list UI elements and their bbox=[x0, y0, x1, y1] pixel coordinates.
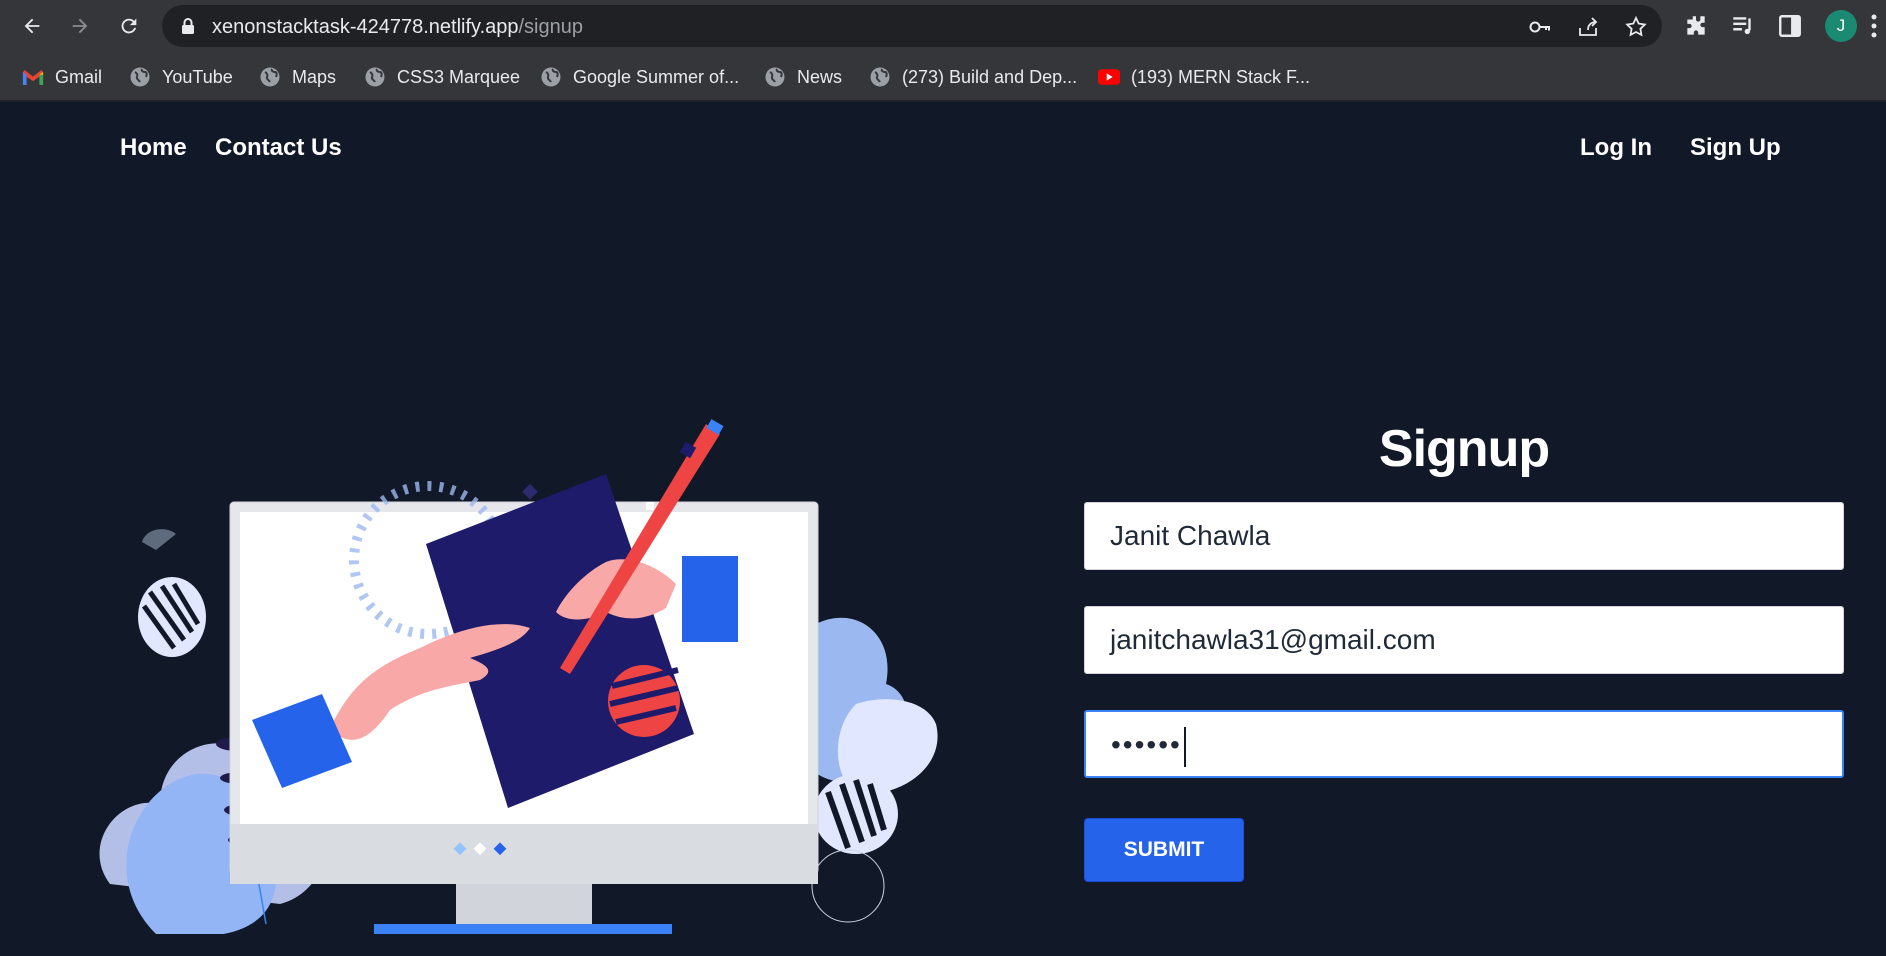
nav-home-link[interactable]: Home bbox=[120, 134, 187, 162]
submit-button[interactable]: SUBMIT bbox=[1084, 818, 1244, 882]
globe-icon bbox=[869, 66, 891, 88]
globe-icon bbox=[540, 66, 562, 88]
password-mask: •••••• bbox=[1111, 729, 1182, 760]
right-sleeve bbox=[682, 556, 738, 642]
bookmark-google-summer[interactable]: Google Summer of... bbox=[540, 64, 739, 90]
extensions-icon[interactable] bbox=[1683, 13, 1709, 39]
bookmark-label: News bbox=[797, 66, 843, 87]
monitor-base bbox=[374, 924, 672, 934]
monitor-chin bbox=[230, 824, 818, 884]
reload-icon[interactable] bbox=[113, 10, 145, 42]
bookmark-youtube[interactable]: YouTube bbox=[129, 64, 233, 90]
bookmark-label: Maps bbox=[292, 66, 337, 87]
browser-toolbar: xenonstacktask-424778.netlify.app/signup… bbox=[0, 0, 1886, 52]
bookmark-label: (193) MERN Stack F... bbox=[1131, 66, 1311, 87]
nav-contact-link[interactable]: Contact Us bbox=[215, 134, 342, 162]
globe-icon bbox=[364, 66, 386, 88]
bookmark-label: Google Summer of... bbox=[573, 66, 740, 87]
back-icon[interactable] bbox=[16, 10, 48, 42]
youtube-icon bbox=[1098, 66, 1120, 88]
nav-login-link[interactable]: Log In bbox=[1580, 134, 1652, 162]
address-bar[interactable]: xenonstacktask-424778.netlify.app/signup bbox=[162, 5, 1662, 47]
globe-icon bbox=[764, 66, 786, 88]
hatched-circle bbox=[811, 849, 885, 923]
bookmark-news[interactable]: News bbox=[764, 64, 842, 90]
password-input[interactable]: •••••• bbox=[1084, 710, 1844, 778]
globe-icon bbox=[259, 66, 281, 88]
email-input[interactable]: janitchawla31@gmail.com bbox=[1084, 606, 1844, 674]
signup-title: Signup bbox=[1378, 420, 1550, 478]
bookmark-label: CSS3 Marquee bbox=[397, 66, 521, 87]
media-queue-icon[interactable] bbox=[1730, 13, 1756, 39]
side-panel-icon[interactable] bbox=[1777, 13, 1803, 39]
bookmark-star-icon[interactable] bbox=[1624, 15, 1648, 39]
gmail-icon bbox=[22, 66, 44, 88]
nav-signup-link[interactable]: Sign Up bbox=[1690, 134, 1781, 162]
leaf-shape bbox=[142, 529, 176, 550]
page-body: Home Contact Us Log In Sign Up Signup Ja… bbox=[0, 104, 1886, 956]
bookmark-label: (273) Build and Dep... bbox=[902, 66, 1078, 87]
pen-detail bbox=[646, 502, 654, 510]
globe-icon bbox=[129, 66, 151, 88]
bookmark-mern-stack[interactable]: (193) MERN Stack F... bbox=[1098, 64, 1310, 90]
bookmark-gmail[interactable]: Gmail bbox=[22, 64, 102, 90]
bookmark-css3-marquee[interactable]: CSS3 Marquee bbox=[364, 64, 520, 90]
menu-dots-icon[interactable] bbox=[1870, 12, 1878, 40]
text-caret bbox=[1183, 726, 1186, 767]
lock-icon[interactable] bbox=[180, 17, 196, 35]
bookmarks-bar: Gmail YouTube Maps CSS3 Marquee Google S… bbox=[0, 52, 1886, 102]
bookmark-build-and-deploy[interactable]: (273) Build and Dep... bbox=[869, 64, 1077, 90]
key-icon[interactable] bbox=[1528, 15, 1552, 39]
sparkle-shape bbox=[522, 483, 538, 500]
bookmark-label: YouTube bbox=[162, 66, 233, 87]
bookmark-maps[interactable]: Maps bbox=[259, 64, 336, 90]
profile-avatar[interactable]: J bbox=[1825, 10, 1857, 42]
url-text[interactable]: xenonstacktask-424778.netlify.app/signup bbox=[212, 16, 583, 39]
signup-illustration bbox=[99, 419, 938, 934]
forward-icon[interactable] bbox=[64, 10, 96, 42]
share-icon[interactable] bbox=[1576, 15, 1600, 39]
bookmark-label: Gmail bbox=[55, 66, 103, 87]
name-input[interactable]: Janit Chawla bbox=[1084, 502, 1844, 570]
